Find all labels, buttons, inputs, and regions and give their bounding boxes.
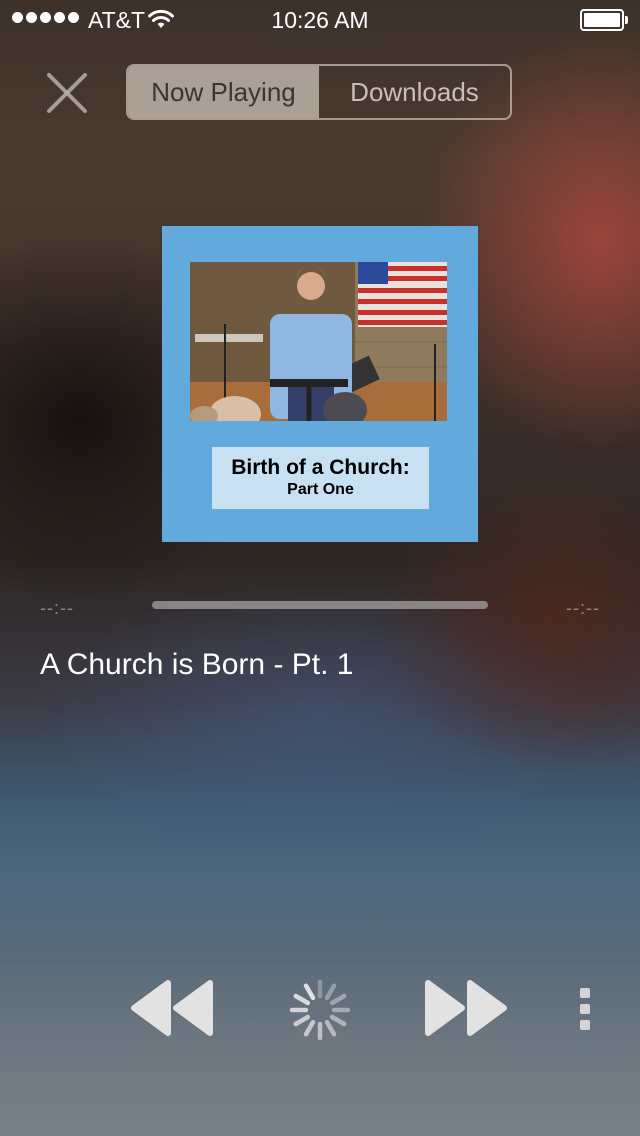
progress-scrubber[interactable] (152, 601, 488, 609)
status-bar: AT&T 10:26 AM (0, 0, 640, 40)
elapsed-time: --:-- (40, 598, 74, 618)
remaining-time: --:-- (566, 598, 600, 618)
blurred-background (0, 0, 640, 1136)
spinner-spoke (303, 1019, 316, 1037)
artwork-photo (190, 262, 447, 421)
artwork-subtitle: Part One (287, 481, 354, 498)
artwork-caption: Birth of a Church: Part One (212, 447, 429, 509)
status-time: 10:26 AM (271, 7, 369, 33)
close-icon (47, 73, 87, 113)
fast-forward-button[interactable] (422, 978, 508, 1038)
tab-now-playing[interactable]: Now Playing (128, 66, 319, 118)
rewind-icon (131, 980, 213, 1036)
tab-downloads[interactable]: Downloads (319, 66, 510, 118)
spinner-spoke (324, 1019, 337, 1037)
more-options-button[interactable] (570, 984, 600, 1034)
loading-spinner-icon (289, 979, 351, 1041)
playback-controls (0, 970, 640, 1050)
spinner-spoke (303, 983, 316, 1001)
spinner-spoke (329, 1014, 347, 1027)
spinner-spoke (293, 1014, 311, 1027)
spinner-spoke (293, 993, 311, 1006)
rewind-button[interactable] (130, 978, 216, 1038)
track-title: A Church is Born - Pt. 1 (40, 648, 354, 681)
spinner-spoke (329, 993, 347, 1006)
battery-icon (580, 9, 628, 31)
fast-forward-icon (425, 980, 507, 1036)
more-vertical-icon (580, 988, 590, 1030)
album-artwork: Birth of a Church: Part One (162, 226, 478, 542)
spinner-spoke (324, 983, 337, 1001)
view-switcher: Now Playing Downloads (126, 64, 512, 120)
artwork-title: Birth of a Church: (231, 456, 410, 479)
close-button[interactable] (44, 70, 90, 116)
